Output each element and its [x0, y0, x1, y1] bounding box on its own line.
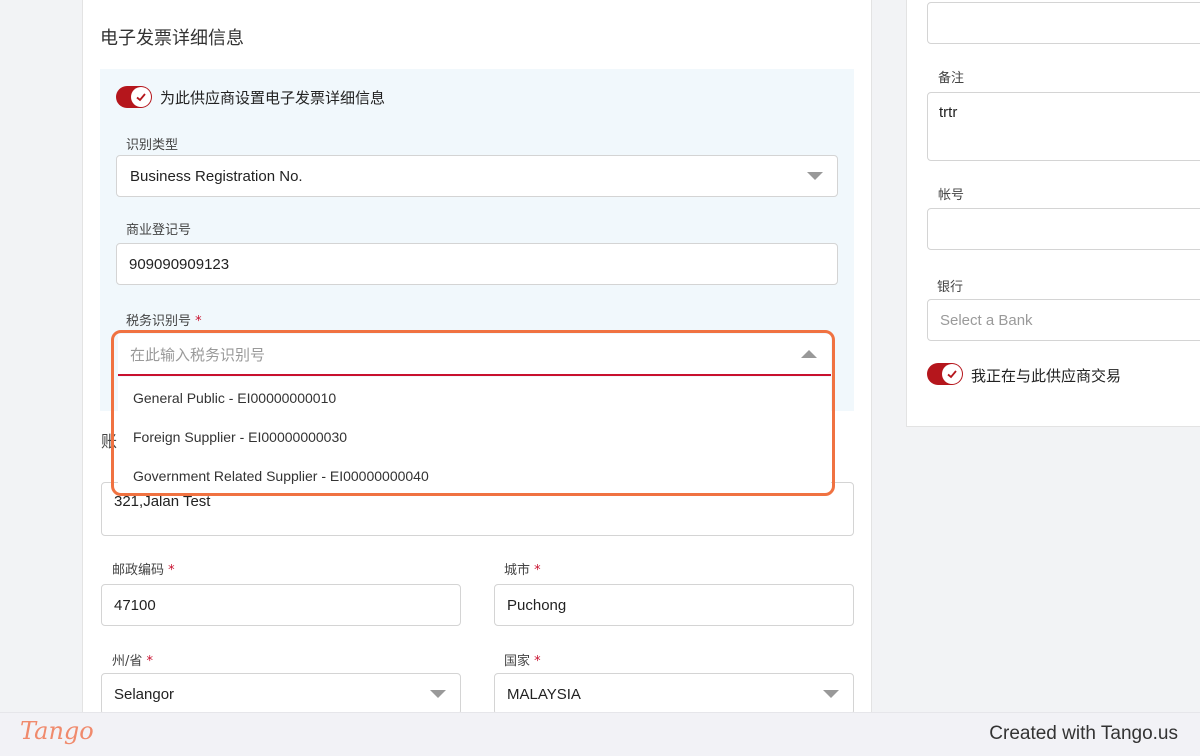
- postcode-label: 邮政编码 *: [112, 563, 175, 578]
- city-input[interactable]: Puchong: [494, 584, 854, 626]
- check-icon: [942, 364, 962, 384]
- brn-input[interactable]: 909090909123: [116, 243, 838, 285]
- check-icon: [131, 87, 151, 107]
- einvoice-toggle[interactable]: [116, 86, 152, 108]
- trading-toggle[interactable]: [927, 363, 963, 385]
- remarks-value: trtr: [939, 104, 958, 121]
- state-label: 州/省 *: [112, 654, 154, 669]
- country-label: 国家 *: [504, 654, 541, 669]
- remarks-label: 备注: [938, 71, 965, 86]
- postcode-input[interactable]: 47100: [101, 584, 461, 626]
- chevron-down-icon: [430, 690, 446, 698]
- state-value: Selangor: [114, 685, 175, 703]
- bank-placeholder: Select a Bank: [940, 311, 1033, 329]
- section-title: 电子发票详细信息: [100, 28, 244, 49]
- bank-label: 银行: [937, 280, 964, 295]
- city-label: 城市 *: [504, 563, 541, 578]
- trading-toggle-label: 我正在与此供应商交易: [971, 367, 1122, 385]
- remarks-textarea[interactable]: trtr: [927, 92, 1200, 161]
- created-with-text: Created with Tango.us: [989, 723, 1178, 744]
- account-input[interactable]: [927, 208, 1200, 250]
- brn-value: 909090909123: [129, 255, 230, 273]
- postcode-value: 47100: [114, 596, 156, 614]
- id-type-value: Business Registration No.: [130, 167, 303, 185]
- tin-label: 税务识别号 *: [126, 314, 202, 329]
- bank-select[interactable]: Select a Bank: [927, 299, 1200, 341]
- account-label: 帐号: [938, 188, 965, 203]
- tango-logo: Tango: [20, 717, 94, 745]
- chevron-down-icon: [823, 690, 839, 698]
- id-type-label: 识别类型: [126, 138, 179, 153]
- footer-bar: Tango Created with Tango.us: [0, 712, 1200, 756]
- top-field-input[interactable]: [927, 2, 1200, 44]
- focus-highlight: [111, 330, 835, 496]
- einvoice-toggle-label: 为此供应商设置电子发票详细信息: [160, 89, 386, 107]
- state-select[interactable]: Selangor: [101, 673, 461, 715]
- country-select[interactable]: MALAYSIA: [494, 673, 854, 715]
- city-value: Puchong: [507, 596, 567, 614]
- brn-label: 商业登记号: [126, 223, 192, 238]
- country-value: MALAYSIA: [507, 685, 581, 703]
- chevron-down-icon: [807, 172, 823, 180]
- id-type-select[interactable]: Business Registration No.: [116, 155, 838, 197]
